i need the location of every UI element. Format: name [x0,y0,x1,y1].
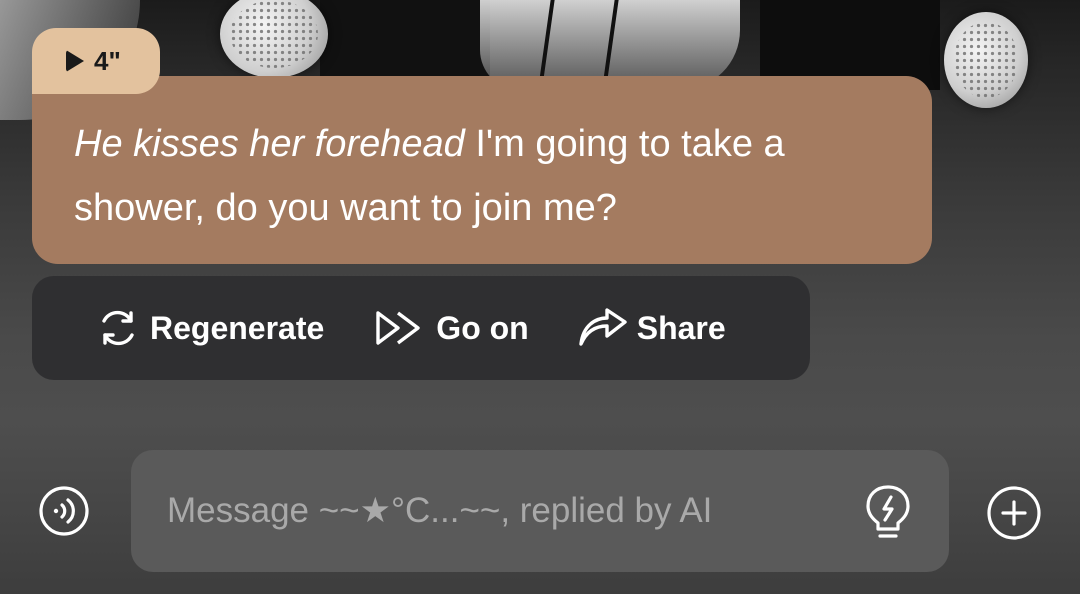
message-actions-bar: Regenerate Go on Share [32,276,810,380]
refresh-icon [102,310,134,346]
regenerate-button[interactable]: Regenerate [94,304,324,352]
lightbulb-icon[interactable] [861,483,915,543]
audio-play-button[interactable]: 4" [32,28,160,94]
background-tie [539,0,619,80]
regenerate-label: Regenerate [150,309,325,346]
fast-forward-icon [376,311,420,345]
composer-bar [0,450,1080,572]
plus-icon[interactable] [986,485,1042,541]
voice-input-icon[interactable] [38,485,90,537]
message-input-container [131,450,949,572]
background-shadow [320,0,490,80]
share-button[interactable]: Share [577,306,726,350]
message-action-text: He kisses her forehead [74,123,465,165]
ai-message-bubble: He kisses her forehead I'm going to take… [32,76,932,264]
share-label: Share [636,309,726,346]
go-on-button[interactable]: Go on [372,306,529,350]
background-shower-head [944,12,1028,108]
background-shower-head [220,0,328,78]
share-arrow-icon [579,308,627,346]
go-on-label: Go on [436,309,529,346]
audio-duration: 4" [94,45,121,76]
message-input[interactable] [165,490,829,532]
play-icon [66,50,84,72]
